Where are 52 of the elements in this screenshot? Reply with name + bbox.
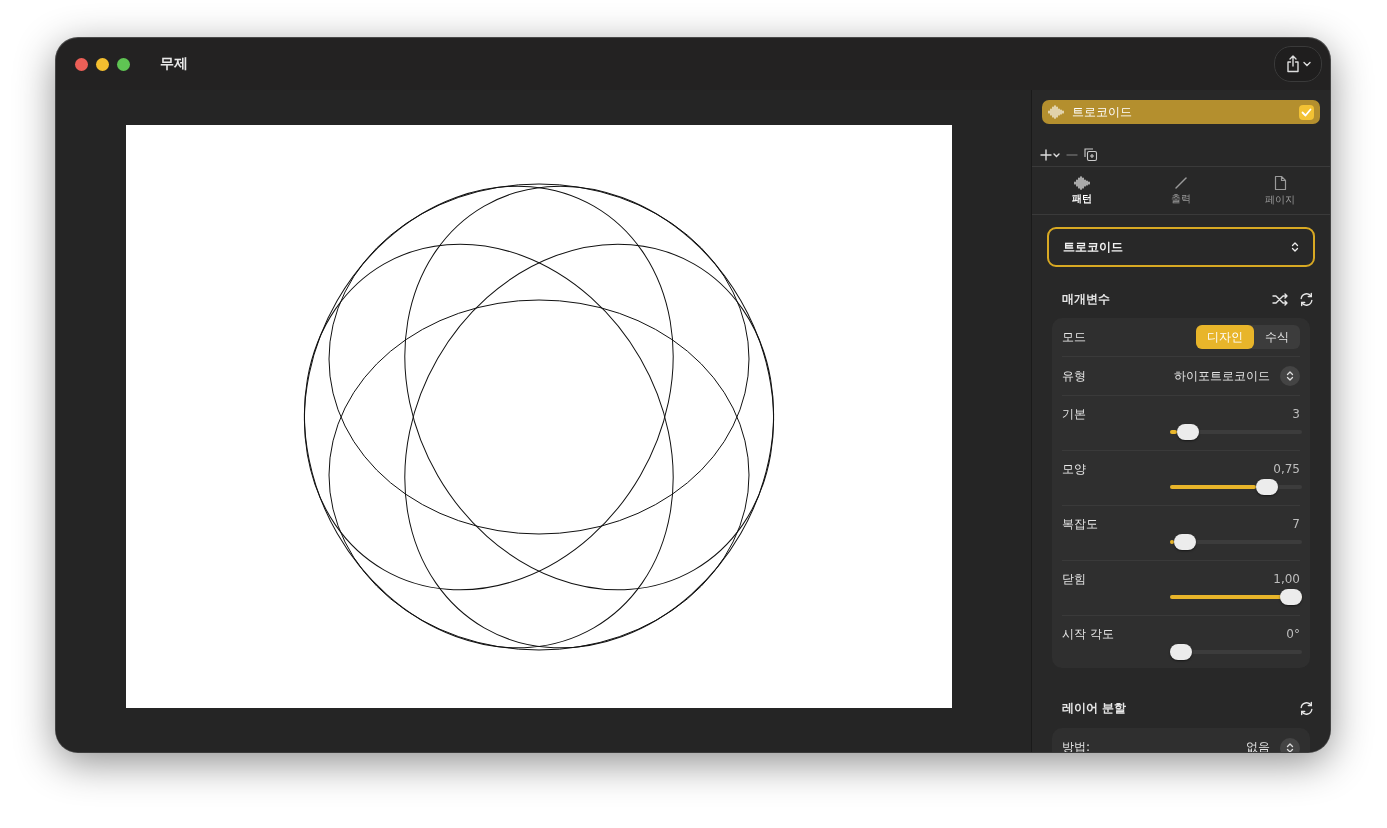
slider[interactable] [1170,644,1302,660]
chevron-down-icon [1302,61,1311,67]
slider-value: 3 [1292,406,1300,422]
checkmark-icon [1301,107,1312,117]
add-icon[interactable] [1040,149,1060,161]
refresh-icon[interactable] [1299,291,1314,307]
updown-chevron-icon [1286,370,1294,382]
close-button[interactable] [75,57,88,71]
refresh-icon[interactable] [1299,700,1314,716]
updown-chevron-icon [1286,741,1294,752]
share-icon [1285,55,1300,73]
field-label: 방법: [1062,739,1091,752]
popup-button[interactable]: 하이포트로코이드 [1174,366,1300,386]
segment[interactable]: 수식 [1254,325,1300,349]
updown-chevron-icon [1291,241,1299,253]
checkbox[interactable] [1299,104,1314,120]
popup-button[interactable]: 없음 [1246,737,1300,752]
slider[interactable] [1170,424,1302,440]
slider-value: 0° [1286,626,1300,642]
slider-thumb[interactable] [1170,644,1192,660]
slider-thumb[interactable] [1173,534,1196,550]
slider-label: 모양 [1062,461,1086,477]
slider-thumb[interactable] [1176,424,1199,440]
pattern-dropdown[interactable]: 트로코이드 [1047,227,1315,267]
section-title: 레이어 분할 [1062,699,1128,717]
document-icon [1273,174,1287,191]
slider[interactable] [1170,479,1302,495]
zoom-button[interactable] [117,57,130,71]
slider-label: 기본 [1062,406,1086,422]
inspector-tab[interactable]: 출력 [1131,167,1231,214]
slider-label: 닫힘 [1062,571,1086,587]
layer-name: 트로코이드 [1072,103,1133,121]
share-button[interactable] [1274,46,1322,82]
field-label: 유형 [1062,367,1086,385]
inspector-tab[interactable]: 페이지 [1230,167,1330,214]
slider-thumb[interactable] [1255,479,1278,495]
slider-value: 7 [1292,516,1300,532]
line-icon [1174,175,1188,190]
slider[interactable] [1170,589,1302,605]
slider-value: 1,00 [1273,571,1300,587]
field-label: 모드 [1062,328,1086,346]
slider-thumb[interactable] [1280,589,1302,605]
duplicate-icon[interactable] [1084,148,1098,162]
slider-value: 0,75 [1273,461,1300,477]
minimize-button[interactable] [96,57,109,71]
section-title: 매개변수 [1062,290,1111,308]
shuffle-icon[interactable] [1272,292,1289,306]
window-title: 무제 [160,55,188,73]
slider-label: 시작 각도 [1062,626,1114,642]
slider[interactable] [1170,534,1302,550]
slider-label: 복잡도 [1062,516,1098,532]
inspector-tab[interactable]: 패턴 [1032,167,1132,214]
